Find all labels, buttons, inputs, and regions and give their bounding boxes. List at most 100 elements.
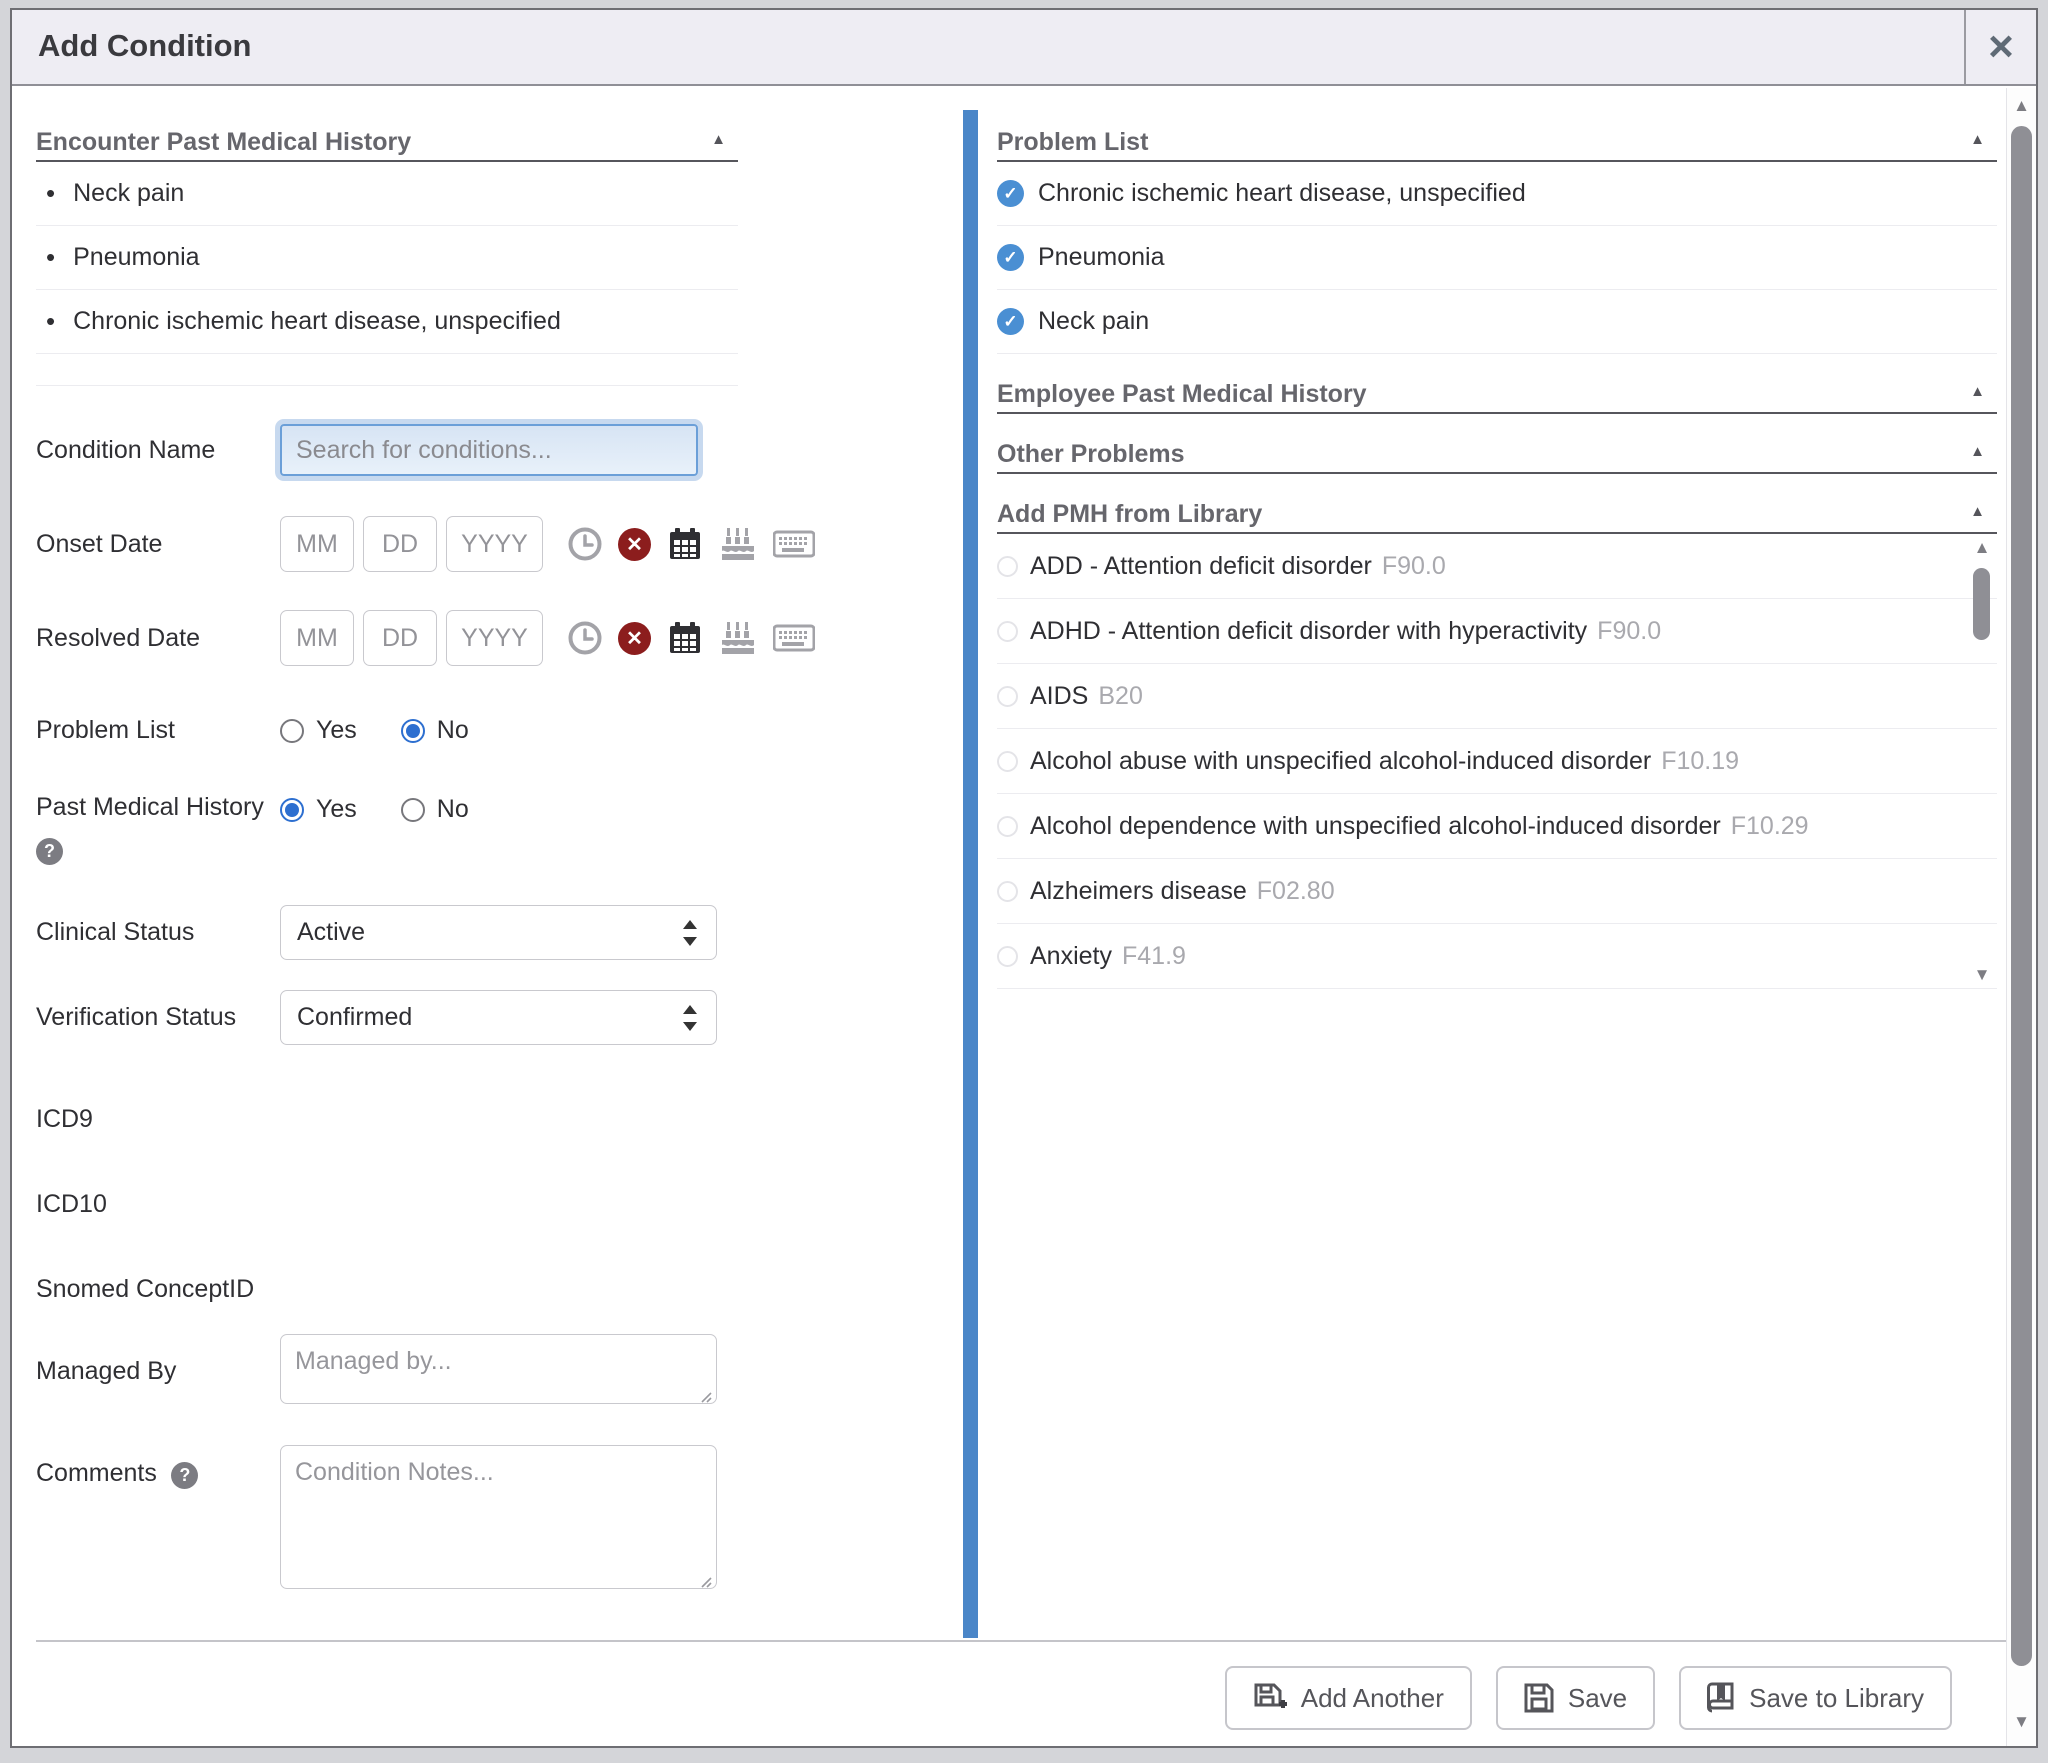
add-another-button[interactable]: Add Another — [1225, 1666, 1472, 1730]
radio-unchecked-icon[interactable] — [997, 556, 1018, 577]
pmh-no-option[interactable]: No — [401, 795, 469, 824]
library-item-code: F90.0 — [1597, 617, 1661, 646]
close-button[interactable]: × — [1964, 10, 2036, 84]
calendar-icon[interactable] — [667, 620, 703, 656]
keyboard-icon[interactable] — [773, 623, 815, 653]
clear-date-icon[interactable]: ✕ — [618, 622, 651, 655]
keyboard-icon[interactable] — [773, 529, 815, 559]
library-item-code: F41.9 — [1122, 942, 1186, 971]
condition-search-input[interactable] — [280, 424, 698, 476]
birthday-cake-icon[interactable] — [719, 620, 757, 656]
radio-unchecked-icon[interactable] — [997, 686, 1018, 707]
save-label: Save — [1568, 1683, 1627, 1714]
library-scrollbar[interactable]: ▲ ▼ — [1969, 538, 1995, 985]
radio-checked-icon[interactable] — [401, 719, 425, 743]
scroll-up-icon[interactable]: ▲ — [2007, 96, 2036, 116]
problem-list-yes-option[interactable]: Yes — [280, 716, 357, 745]
resolved-date-icons: ✕ — [568, 620, 815, 656]
pmh-yes-option[interactable]: Yes — [280, 795, 357, 824]
employee-pmh-header[interactable]: Employee Past Medical History ▲ — [997, 354, 1997, 414]
radio-unchecked-icon[interactable] — [997, 946, 1018, 967]
condition-form: Condition Name Onset Date ✕ — [36, 424, 738, 1594]
radio-unchecked-icon[interactable] — [997, 881, 1018, 902]
pmh-radio-group: Yes No — [280, 795, 469, 824]
collapse-icon[interactable]: ▲ — [1970, 443, 1985, 460]
radio-unchecked-icon[interactable] — [997, 751, 1018, 772]
modal-scrollbar-thumb[interactable] — [2011, 126, 2032, 1666]
radio-checked-icon[interactable] — [280, 798, 304, 822]
birthday-cake-icon[interactable] — [719, 526, 757, 562]
help-icon[interactable]: ? — [171, 1462, 198, 1489]
collapse-icon[interactable]: ▲ — [1970, 131, 1985, 148]
resolved-year-input[interactable] — [446, 610, 543, 666]
scroll-down-icon[interactable]: ▼ — [1969, 965, 1995, 985]
add-pmh-library-header[interactable]: Add PMH from Library ▲ — [997, 474, 1997, 534]
radio-unchecked-icon[interactable] — [997, 621, 1018, 642]
library-item[interactable]: Anxiety F41.9 — [997, 924, 1997, 989]
footer: Add Another Save Save to Library — [12, 1656, 2006, 1740]
select-arrows-icon — [682, 1005, 698, 1031]
other-problems-title: Other Problems — [997, 440, 1185, 468]
scroll-up-icon[interactable]: ▲ — [1969, 538, 1995, 558]
check-circle-icon: ✓ — [997, 180, 1024, 207]
onset-day-input[interactable] — [363, 516, 437, 572]
problem-item[interactable]: ✓ Chronic ischemic heart disease, unspec… — [997, 162, 1997, 226]
clock-icon[interactable] — [568, 527, 602, 561]
radio-unchecked-icon[interactable] — [280, 719, 304, 743]
past-medical-history-row: Past Medical History ? Yes No — [36, 793, 738, 865]
collapse-icon[interactable]: ▲ — [1970, 503, 1985, 520]
library-item-name: ADD - Attention deficit disorder — [1030, 552, 1372, 581]
calendar-icon[interactable] — [667, 526, 703, 562]
verification-status-select[interactable]: Confirmed — [280, 990, 717, 1045]
radio-unchecked-icon[interactable] — [997, 816, 1018, 837]
library-item[interactable]: ADD - Attention deficit disorder F90.0 — [997, 534, 1997, 599]
library-item[interactable]: Alzheimers disease F02.80 — [997, 859, 1997, 924]
library-item[interactable]: Alcohol dependence with unspecified alco… — [997, 794, 1997, 859]
modal-scrollbar[interactable]: ▲ ▼ — [2006, 88, 2036, 1746]
clinical-status-row: Clinical Status Active — [36, 905, 738, 960]
encounter-pmh-header[interactable]: Encounter Past Medical History ▲ — [36, 114, 738, 162]
clinical-status-label: Clinical Status — [36, 918, 194, 946]
resolved-month-input[interactable] — [280, 610, 354, 666]
radio-label: No — [437, 795, 469, 824]
managed-by-textarea[interactable] — [280, 1334, 717, 1404]
other-problems-header[interactable]: Other Problems ▲ — [997, 414, 1997, 474]
onset-year-input[interactable] — [446, 516, 543, 572]
save-to-library-button[interactable]: Save to Library — [1679, 1666, 1952, 1730]
bullet-icon: • — [46, 306, 55, 337]
onset-date-icons: ✕ — [568, 526, 815, 562]
library-item-code: F02.80 — [1257, 877, 1335, 906]
clinical-status-select[interactable]: Active — [280, 905, 717, 960]
radio-unchecked-icon[interactable] — [401, 798, 425, 822]
library-scrollbar-thumb[interactable] — [1973, 568, 1990, 640]
problem-list-no-option[interactable]: No — [401, 716, 469, 745]
problem-item-label: Pneumonia — [1038, 243, 1164, 272]
scroll-down-icon[interactable]: ▼ — [2007, 1712, 2036, 1732]
icd10-label: ICD10 — [36, 1190, 107, 1218]
collapse-icon[interactable]: ▲ — [711, 131, 726, 148]
library-item-name: Anxiety — [1030, 942, 1112, 971]
library-item-code: F90.0 — [1382, 552, 1446, 581]
radio-label: Yes — [316, 716, 357, 745]
clock-icon[interactable] — [568, 621, 602, 655]
comments-textarea[interactable] — [280, 1445, 717, 1589]
problem-item[interactable]: ✓ Pneumonia — [997, 226, 1997, 290]
problem-list-header[interactable]: Problem List ▲ — [997, 114, 1997, 162]
clear-date-icon[interactable]: ✕ — [618, 528, 651, 561]
save-button[interactable]: Save — [1496, 1666, 1655, 1730]
add-pmh-library-title: Add PMH from Library — [997, 500, 1262, 528]
help-icon[interactable]: ? — [36, 838, 63, 865]
onset-month-input[interactable] — [280, 516, 354, 572]
collapse-icon[interactable]: ▲ — [1970, 383, 1985, 400]
library-item[interactable]: AIDS B20 — [997, 664, 1997, 729]
library-item[interactable]: ADHD - Attention deficit disorder with h… — [997, 599, 1997, 664]
problem-item[interactable]: ✓ Neck pain — [997, 290, 1997, 354]
past-medical-history-label: Past Medical History — [36, 793, 280, 822]
library-item-code: F10.19 — [1661, 747, 1739, 776]
resolved-day-input[interactable] — [363, 610, 437, 666]
library-item[interactable]: Alcohol abuse with unspecified alcohol-i… — [997, 729, 1997, 794]
modal-header: Add Condition × — [12, 10, 2036, 86]
library-item-code: B20 — [1098, 682, 1142, 711]
condition-name-row: Condition Name — [36, 424, 738, 476]
library-item-name: Alcohol dependence with unspecified alco… — [1030, 812, 1721, 841]
